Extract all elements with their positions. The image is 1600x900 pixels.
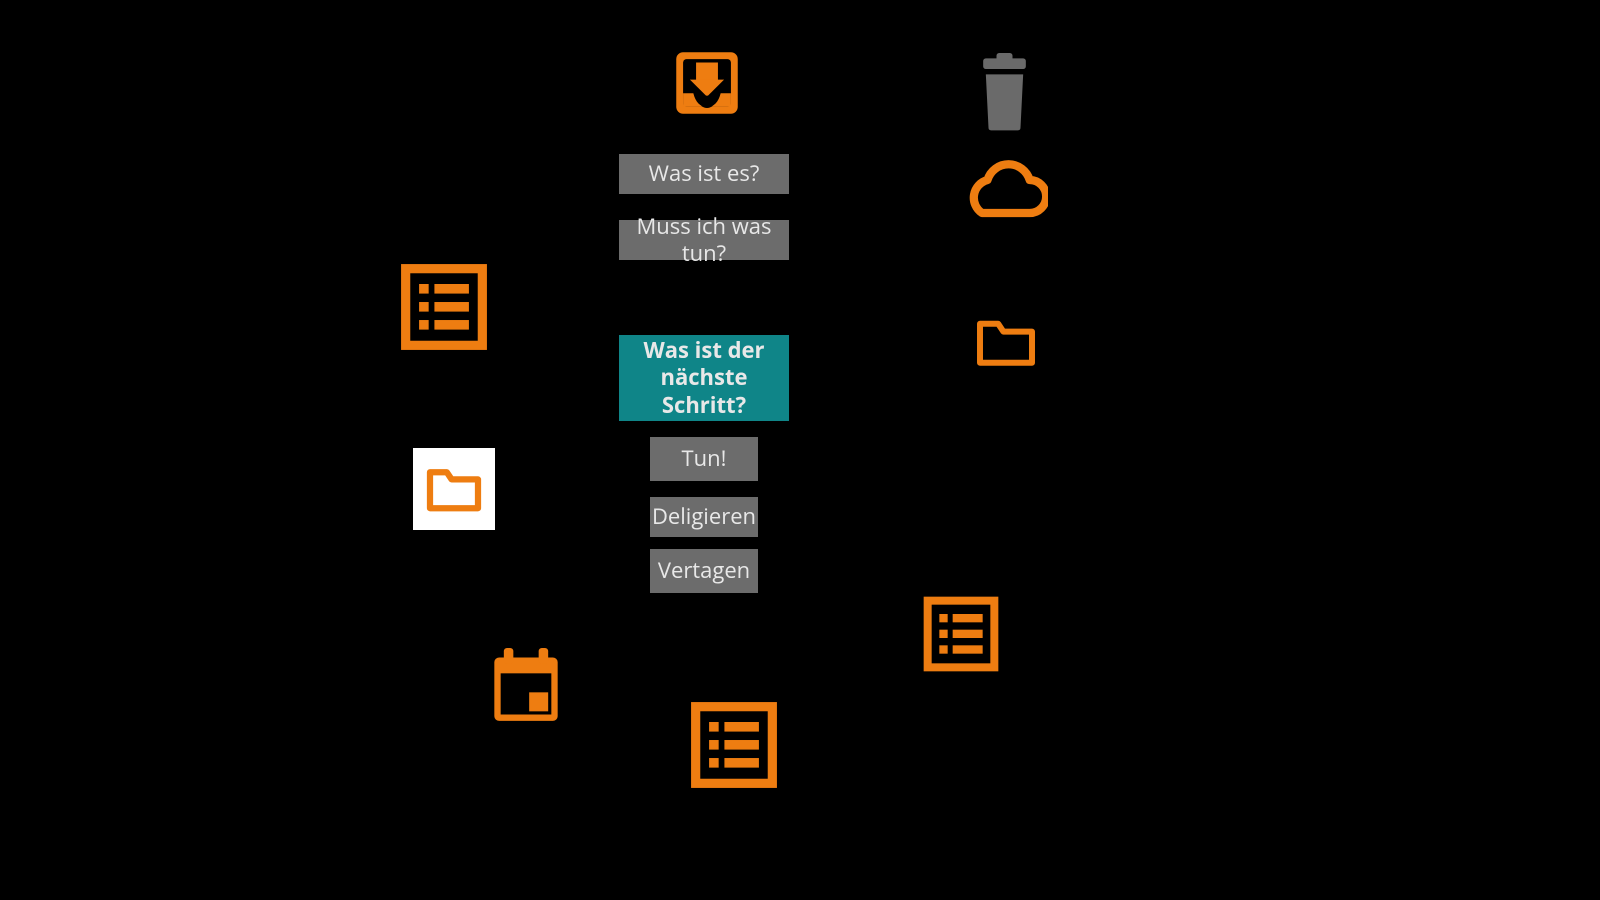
question-next-step: Was ist der nächste Schritt? (619, 335, 789, 421)
label: Was ist es? (649, 160, 760, 188)
question-what-is-it: Was ist es? (619, 154, 789, 194)
calendar-icon (488, 644, 564, 728)
trash-icon (972, 53, 1037, 133)
diagram-stage: Was ist es? Muss ich was tun? Was ist de… (0, 0, 1600, 900)
action-postpone: Vertagen (650, 549, 758, 593)
label: Deligieren (652, 503, 756, 531)
inbox-icon (666, 42, 748, 124)
list-icon-bottom (688, 699, 780, 791)
label: Vertagen (658, 557, 750, 585)
question-must-i-act: Muss ich was tun? (619, 220, 789, 260)
folder-icon (972, 316, 1040, 368)
label: Tun! (682, 445, 727, 473)
project-folder-icon (413, 448, 495, 530)
label: Muss ich was tun? (629, 213, 779, 268)
cloud-icon (960, 160, 1048, 222)
action-do-it: Tun! (650, 437, 758, 481)
list-icon-right (921, 594, 1001, 674)
action-delegate: Deligieren (650, 497, 758, 537)
label: Was ist der nächste Schritt? (631, 337, 777, 420)
list-icon-left (398, 261, 490, 353)
